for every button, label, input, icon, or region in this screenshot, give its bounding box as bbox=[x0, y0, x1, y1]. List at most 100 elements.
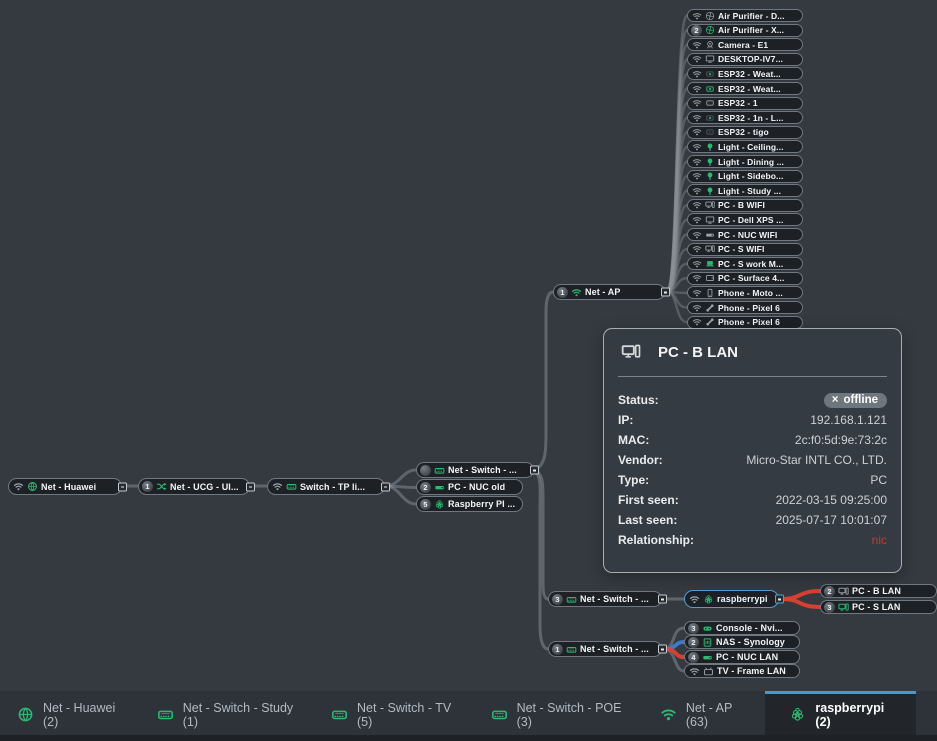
port-badge: 3 bbox=[688, 623, 699, 634]
device-label: PC - NUC LAN bbox=[716, 652, 778, 662]
device-label: ESP32 - Weat... bbox=[718, 84, 781, 94]
device-node-nas-synology[interactable]: 2NAS - Synology bbox=[684, 635, 800, 649]
collapse-toggle[interactable] bbox=[658, 595, 667, 604]
device-node-net-switch-poe[interactable]: 1Net - Switch - ... bbox=[548, 641, 662, 657]
device-label: Net - AP bbox=[585, 287, 620, 297]
device-node-phone-pixel-6[interactable]: Phone - Pixel 6 bbox=[687, 316, 803, 329]
chip-icon bbox=[705, 127, 715, 137]
chip-icon bbox=[705, 113, 715, 123]
collapse-toggle[interactable] bbox=[530, 466, 539, 475]
device-node-air-purifier-d[interactable]: Air Purifier - D... bbox=[687, 9, 803, 22]
device-node-phone-moto[interactable]: Phone - Moto ... bbox=[687, 286, 803, 299]
detail-row: IP:192.168.1.121 bbox=[618, 410, 887, 430]
device-node-pc-nuc-old[interactable]: 2PC - NUC old bbox=[416, 479, 523, 495]
device-node-pc-nuc-lan[interactable]: 4PC - NUC LAN bbox=[684, 650, 800, 664]
tab-raspberrypi[interactable]: raspberrypi (2) bbox=[765, 691, 916, 735]
device-node-pc-dell-xps[interactable]: PC - Dell XPS ... bbox=[687, 213, 803, 226]
device-node-pc-surface-4[interactable]: PC - Surface 4... bbox=[687, 272, 803, 285]
device-label: Light - Dining ... bbox=[718, 157, 784, 167]
device-node-esp32-weat[interactable]: ESP32 - Weat... bbox=[687, 82, 803, 95]
device-label: PC - Dell XPS ... bbox=[718, 215, 783, 225]
device-node-esp32-weat[interactable]: ESP32 - Weat... bbox=[687, 67, 803, 80]
wifi-icon bbox=[272, 481, 283, 492]
detail-value: PC bbox=[870, 473, 887, 487]
device-node-switch-tp[interactable]: Switch - TP li... bbox=[267, 478, 385, 495]
device-node-pc-s-lan[interactable]: 3PC - S LAN bbox=[820, 600, 937, 614]
device-node-light-ceiling[interactable]: Light - Ceiling... bbox=[687, 140, 803, 153]
raspberry-icon bbox=[434, 499, 445, 510]
monitor-tower-icon bbox=[705, 244, 715, 254]
topology-edge bbox=[534, 470, 548, 649]
collapse-toggle[interactable] bbox=[661, 288, 670, 297]
chip-icon bbox=[705, 98, 715, 108]
device-label: TV - Frame LAN bbox=[717, 666, 786, 676]
device-node-raspberrypi[interactable]: raspberrypi bbox=[684, 590, 779, 608]
detail-label: Status: bbox=[618, 393, 659, 407]
device-node-esp32-tigo[interactable]: ESP32 - tigo bbox=[687, 126, 803, 139]
port-badge: 1 bbox=[142, 481, 153, 492]
device-node-console-nvidia[interactable]: 3Console - Nvi... bbox=[684, 621, 800, 635]
tab-net-switch-tv[interactable]: Net - Switch - TV (5) bbox=[314, 691, 474, 735]
tab-net-switch-study[interactable]: Net - Switch - Study (1) bbox=[140, 691, 314, 735]
collapse-toggle[interactable] bbox=[381, 482, 390, 491]
wifi-icon bbox=[692, 171, 702, 181]
wifi-icon bbox=[692, 11, 702, 21]
collapse-toggle[interactable] bbox=[658, 645, 667, 654]
wifi-icon bbox=[692, 113, 702, 123]
device-label: DESKTOP-IV7... bbox=[718, 54, 783, 64]
device-node-desktop-iv7[interactable]: DESKTOP-IV7... bbox=[687, 53, 803, 66]
device-label: Switch - TP li... bbox=[300, 482, 365, 492]
network-topology-canvas[interactable]: Net - Huawei 1Net - UCG - Ul... Switch - T… bbox=[0, 0, 937, 741]
device-node-phone-pixel-6[interactable]: Phone - Pixel 6 bbox=[687, 301, 803, 314]
device-label: Light - Sidebo... bbox=[718, 171, 783, 181]
device-node-net-switch-tv[interactable]: 3Net - Switch - ... bbox=[548, 591, 662, 607]
device-node-pc-s-wifi[interactable]: PC - S WIFI bbox=[687, 243, 803, 256]
device-node-net-ap[interactable]: 1 Net - AP bbox=[553, 284, 665, 300]
detail-label: IP: bbox=[618, 413, 633, 427]
monitor-tower-icon bbox=[838, 602, 849, 613]
collapse-toggle[interactable] bbox=[246, 482, 255, 491]
wifi-icon bbox=[692, 230, 702, 240]
collapse-toggle[interactable] bbox=[118, 482, 127, 491]
device-label: Net - Huawei bbox=[41, 482, 96, 492]
device-node-air-purifier-x[interactable]: 2Air Purifier - X... bbox=[687, 24, 803, 37]
switch-icon bbox=[331, 706, 348, 723]
wifi-icon bbox=[692, 317, 702, 327]
wifi-icon bbox=[692, 142, 702, 152]
port-badge: 1 bbox=[557, 287, 568, 298]
device-node-net-huawei[interactable]: Net - Huawei bbox=[8, 478, 122, 495]
wifi-icon bbox=[692, 273, 702, 283]
device-node-tv-frame-lan[interactable]: TV - Frame LAN bbox=[684, 664, 800, 678]
tab-net-huawei[interactable]: Net - Huawei (2) bbox=[0, 691, 140, 735]
device-node-esp32-1n-l[interactable]: ESP32 - 1n - L... bbox=[687, 111, 803, 124]
tab-label: Net - Huawei (2) bbox=[43, 701, 123, 729]
device-node-net-switch-study[interactable]: Net - Switch - ... bbox=[416, 462, 534, 478]
device-node-raspberry-pi-5[interactable]: 5Raspberry PI ... bbox=[416, 496, 523, 512]
device-node-light-sidebo[interactable]: Light - Sidebo... bbox=[687, 170, 803, 183]
monitor-icon bbox=[705, 54, 715, 64]
tab-label: Net - Switch - Study (1) bbox=[183, 701, 297, 729]
x-icon: × bbox=[832, 394, 839, 406]
collapse-toggle[interactable] bbox=[775, 595, 784, 604]
device-node-pc-s-work-m[interactable]: PC - S work M... bbox=[687, 257, 803, 270]
device-node-esp32-1[interactable]: ESP32 - 1 bbox=[687, 97, 803, 110]
device-label: ESP32 - 1n - L... bbox=[718, 113, 783, 123]
raspberry-icon bbox=[703, 594, 714, 605]
device-node-light-dining[interactable]: Light - Dining ... bbox=[687, 155, 803, 168]
device-label: Camera - E1 bbox=[718, 40, 768, 50]
device-node-camera-e1[interactable]: Camera - E1 bbox=[687, 38, 803, 51]
device-label: NAS - Synology bbox=[716, 637, 785, 647]
wifi-icon bbox=[692, 288, 702, 298]
popup-detail-rows: Status:×offlineIP:192.168.1.121MAC:2c:f0… bbox=[618, 390, 887, 550]
device-node-light-study[interactable]: Light - Study ... bbox=[687, 184, 803, 197]
tab-net-ap[interactable]: Net - AP (63) bbox=[643, 691, 766, 735]
tab-net-switch-poe[interactable]: Net - Switch - POE (3) bbox=[474, 691, 643, 735]
device-label: PC - B WIFI bbox=[718, 200, 765, 210]
switch-icon bbox=[566, 594, 577, 605]
device-node-net-ucg[interactable]: 1Net - UCG - Ul... bbox=[138, 478, 250, 495]
device-node-pc-nuc-wifi[interactable]: PC - NUC WIFI bbox=[687, 228, 803, 241]
device-detail-popup: PC - B LAN Status:×offlineIP:192.168.1.1… bbox=[603, 328, 902, 573]
device-node-pc-b-wifi[interactable]: PC - B WIFI bbox=[687, 199, 803, 212]
device-node-pc-b-lan[interactable]: 2PC - B LAN bbox=[820, 584, 937, 598]
device-label: Light - Study ... bbox=[718, 186, 781, 196]
